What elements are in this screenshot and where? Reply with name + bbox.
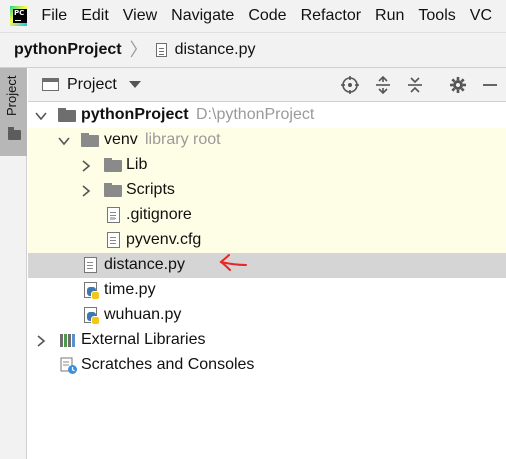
tree-row-wuhuan[interactable]: wuhuan.py bbox=[28, 303, 506, 328]
tree-label-external-libraries: External Libraries bbox=[81, 331, 206, 348]
python-file-icon bbox=[84, 282, 100, 300]
tree-row-distance[interactable]: distance.py bbox=[28, 253, 506, 278]
menu-view[interactable]: View bbox=[123, 7, 157, 25]
tree-label-scratches: Scratches and Consoles bbox=[81, 356, 255, 373]
menu-bar: PC File Edit View Navigate Code Refactor… bbox=[0, 0, 506, 32]
file-icon bbox=[155, 43, 167, 57]
chevron-right-icon[interactable] bbox=[80, 185, 92, 197]
tree-label-time: time.py bbox=[104, 281, 156, 298]
folder-icon bbox=[58, 108, 76, 122]
chevron-down-icon[interactable] bbox=[58, 135, 70, 147]
project-window-icon bbox=[42, 78, 59, 91]
tree-label-scripts: Scripts bbox=[126, 181, 175, 198]
tree-label-pyvenv: pyvenv.cfg bbox=[126, 231, 202, 248]
tree-row-venv[interactable]: venv library root bbox=[28, 128, 506, 153]
tree-label-lib: Lib bbox=[126, 156, 148, 173]
tree-label-distance: distance.py bbox=[104, 256, 185, 273]
tree-row-time[interactable]: time.py bbox=[28, 278, 506, 303]
expand-all-icon[interactable] bbox=[373, 76, 393, 94]
scratches-icon bbox=[60, 357, 77, 374]
hide-icon[interactable] bbox=[480, 76, 500, 94]
chevron-down-icon[interactable] bbox=[128, 81, 141, 88]
breadcrumb-project[interactable]: pythonProject bbox=[14, 41, 122, 59]
collapse-all-icon[interactable] bbox=[405, 76, 425, 94]
menu-navigate[interactable]: Navigate bbox=[171, 7, 234, 25]
tree-row-root[interactable]: pythonProject D:\pythonProject bbox=[28, 103, 506, 128]
tree-row-gitignore[interactable]: .gitignore bbox=[28, 203, 506, 228]
python-file-icon bbox=[84, 307, 100, 325]
menu-vcs[interactable]: VC bbox=[470, 7, 492, 25]
chevron-right-icon[interactable] bbox=[35, 335, 47, 347]
project-tool-tab[interactable]: Project bbox=[0, 68, 27, 156]
tree-label-root: pythonProject bbox=[81, 106, 189, 123]
panel-title[interactable]: Project bbox=[67, 76, 117, 94]
tree-row-pyvenv[interactable]: pyvenv.cfg bbox=[28, 228, 506, 253]
project-tool-tab-label: Project bbox=[4, 75, 19, 116]
locate-icon[interactable] bbox=[340, 76, 360, 94]
breadcrumb-file[interactable]: distance.py bbox=[175, 41, 256, 59]
menu-file[interactable]: File bbox=[41, 7, 67, 25]
folder-icon bbox=[104, 183, 122, 197]
tree-label-venv: venv bbox=[104, 131, 138, 148]
tree-root-path: D:\pythonProject bbox=[196, 106, 315, 123]
menu-refactor[interactable]: Refactor bbox=[301, 7, 361, 25]
pycharm-logo-icon[interactable]: PC bbox=[10, 6, 28, 26]
file-icon bbox=[107, 207, 120, 223]
menu-code[interactable]: Code bbox=[248, 7, 286, 25]
chevron-down-icon[interactable] bbox=[35, 110, 47, 122]
folder-icon bbox=[81, 133, 99, 147]
tree-row-scripts[interactable]: Scripts bbox=[28, 178, 506, 203]
menu-run[interactable]: Run bbox=[375, 7, 404, 25]
breadcrumb: pythonProject 〉 distance.py bbox=[0, 32, 506, 68]
menu-edit[interactable]: Edit bbox=[81, 7, 109, 25]
breadcrumb-separator-icon: 〉 bbox=[129, 40, 148, 60]
library-icon bbox=[60, 333, 76, 347]
menu-tools[interactable]: Tools bbox=[418, 7, 455, 25]
tree-label-gitignore: .gitignore bbox=[126, 206, 192, 223]
project-tree: pythonProject D:\pythonProject venv libr… bbox=[28, 102, 506, 459]
tree-venv-hint: library root bbox=[145, 131, 221, 148]
folder-icon bbox=[104, 158, 122, 172]
chevron-right-icon[interactable] bbox=[80, 160, 92, 172]
file-icon bbox=[84, 257, 97, 273]
tree-row-lib[interactable]: Lib bbox=[28, 153, 506, 178]
tree-row-scratches[interactable]: Scratches and Consoles bbox=[28, 353, 506, 378]
left-tool-strip: Project bbox=[0, 68, 27, 459]
settings-icon[interactable] bbox=[448, 76, 468, 94]
annotation-arrow-icon bbox=[218, 252, 248, 276]
tree-row-external-libraries[interactable]: External Libraries bbox=[28, 328, 506, 353]
project-panel-header: Project bbox=[28, 68, 506, 102]
tree-label-wuhuan: wuhuan.py bbox=[104, 306, 182, 323]
folder-icon bbox=[8, 127, 21, 140]
file-icon bbox=[107, 232, 120, 248]
